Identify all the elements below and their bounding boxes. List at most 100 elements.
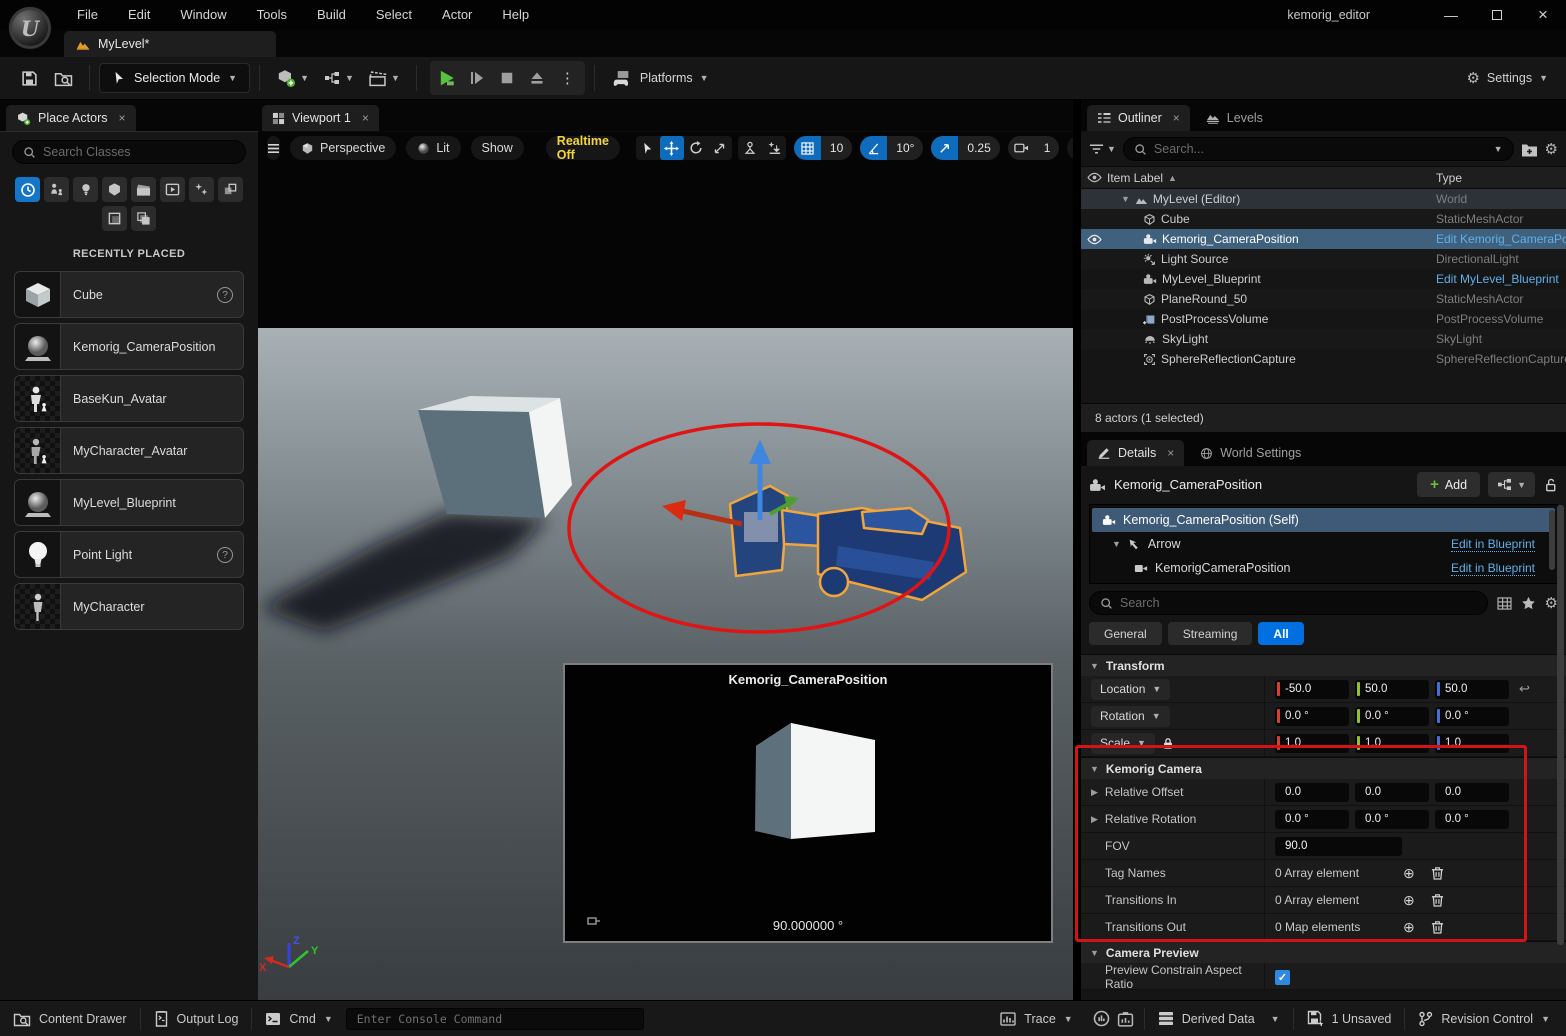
grid-snap-value[interactable]: 10 [821,136,852,160]
rotation-space-combo[interactable]: Rotation▼ [1091,706,1170,727]
cmd-dropdown[interactable]: Cmd ▼ [252,1001,345,1036]
place-item-kemorig-cameraposition[interactable]: Kemorig_CameraPosition [14,323,244,370]
outliner-row-cube[interactable]: Cube StaticMeshActor [1081,209,1566,229]
reset-to-default-icon[interactable]: ↩ [1519,681,1530,697]
outliner-row-skylight[interactable]: SkyLight SkyLight [1081,329,1566,349]
scale-snap-control[interactable]: 0.25 [931,136,999,160]
close-icon[interactable]: × [1173,111,1180,125]
console-command-input[interactable] [346,1008,644,1030]
relative-offset-x-field[interactable]: 0.0 [1275,783,1349,802]
category-lights-icon[interactable] [73,177,98,202]
eye-column-icon[interactable] [1081,172,1107,183]
filter-streaming-button[interactable]: Streaming [1168,622,1253,645]
category-basic-icon[interactable] [44,177,69,202]
close-icon[interactable]: × [1167,446,1174,460]
rotation-snap-value[interactable]: 10° [887,136,923,160]
cinematics-dropdown[interactable]: ▼ [361,62,407,94]
trace-snapshot-icon[interactable] [1117,1011,1134,1027]
play-button[interactable] [433,64,462,92]
menu-window[interactable]: Window [165,0,241,30]
fov-field[interactable]: 90.0 [1275,837,1402,856]
relative-rotation-z-field[interactable]: 0.0 ° [1435,810,1509,829]
scale-lock-icon[interactable] [1162,737,1174,750]
add-element-icon[interactable]: ⊕ [1403,892,1415,909]
move-tool-icon[interactable] [660,136,684,160]
outliner-row-postprocessvolume[interactable]: PostProcessVolume PostProcessVolume [1081,309,1566,329]
settings-dropdown[interactable]: ⚙ Settings ▼ [1466,69,1548,87]
scale-snap-value[interactable]: 0.25 [958,136,999,160]
scale-z-field[interactable]: 1.0 [1435,734,1509,753]
rotation-x-field[interactable]: 0.0 ° [1275,707,1349,726]
property-matrix-icon[interactable] [1497,597,1512,610]
outliner-row-mylevel[interactable]: ▼ MyLevel (Editor) World [1081,189,1566,209]
blueprints-dropdown[interactable]: ▼ [316,62,361,94]
rotation-z-field[interactable]: 0.0 ° [1435,707,1509,726]
stop-button[interactable] [493,64,522,92]
scale-space-combo[interactable]: Scale▼ [1091,733,1155,754]
place-item-mylevel-blueprint[interactable]: MyLevel_Blueprint [14,479,244,526]
show-dropdown[interactable]: Show [471,136,524,160]
scale-y-field[interactable]: 1.0 [1355,734,1429,753]
help-icon[interactable]: ? [217,547,233,563]
outliner-row-planeround[interactable]: PlaneRound_50 StaticMeshActor [1081,289,1566,309]
select-tool-icon[interactable] [636,136,660,160]
rotate-tool-icon[interactable] [684,136,708,160]
place-item-mycharacter[interactable]: MyCharacter [14,583,244,630]
content-drawer-button[interactable]: Content Drawer [0,1001,140,1036]
close-icon[interactable]: × [118,111,125,125]
clear-array-trash-icon[interactable] [1431,893,1444,907]
platforms-dropdown[interactable]: Platforms ▼ [604,70,717,87]
category-shapes-icon[interactable] [102,177,127,202]
category-media-icon[interactable] [160,177,185,202]
outliner-column-header[interactable]: Item Label▲ Type [1081,166,1566,189]
menu-select[interactable]: Select [361,0,427,30]
insights-session-icon[interactable] [1093,1010,1110,1027]
component-row-kemorigcameraposition[interactable]: KemorigCameraPosition Edit in Blueprint [1090,556,1557,580]
category-cinematic-icon[interactable] [131,177,156,202]
edit-blueprint-link[interactable]: Edit MyLevel_Blueprint [1436,272,1559,286]
outliner-search[interactable]: ▼ [1123,137,1514,161]
place-actors-search[interactable] [12,140,246,164]
location-z-field[interactable]: 50.0 [1435,680,1509,699]
kemorig-camera-section-header[interactable]: ▼ Kemorig Camera [1081,757,1566,779]
create-folder-icon[interactable] [1521,142,1538,157]
tab-place-actors[interactable]: Place Actors × [6,105,136,131]
category-all-classes-icon[interactable] [131,206,156,231]
world-coordinate-icon[interactable] [738,136,762,160]
visibility-eye-icon[interactable] [1081,234,1107,245]
place-item-cube[interactable]: Cube ? [14,271,244,318]
location-y-field[interactable]: 50.0 [1355,680,1429,699]
outliner-row-light-source[interactable]: Light Source DirectionalLight [1081,249,1566,269]
relative-offset-z-field[interactable]: 0.0 [1435,783,1509,802]
clear-map-trash-icon[interactable] [1431,920,1444,934]
relative-offset-y-field[interactable]: 0.0 [1355,783,1429,802]
content-browser-icon[interactable] [46,62,80,94]
relative-rotation-y-field[interactable]: 0.0 ° [1355,810,1429,829]
unreal-logo-icon[interactable]: U [8,6,52,50]
outliner-row-spherereflectioncapture[interactable]: SphereReflectionCapture SphereReflection… [1081,349,1566,369]
help-icon[interactable]: ? [217,287,233,303]
component-row-self[interactable]: Kemorig_CameraPosition (Self) [1092,508,1555,532]
clear-array-trash-icon[interactable] [1431,866,1444,880]
place-item-mycharacter-avatar[interactable]: MyCharacter_Avatar [14,427,244,474]
place-item-basekun-avatar[interactable]: BaseKun_Avatar [14,375,244,422]
tab-mylevel[interactable]: MyLevel* [64,31,276,57]
filter-all-button[interactable]: All [1258,622,1303,645]
category-visual-effects-icon[interactable] [189,177,214,202]
play-options-kebab-icon[interactable]: ⋮ [553,64,582,92]
location-x-field[interactable]: -50.0 [1275,680,1349,699]
component-row-arrow[interactable]: ▼ Arrow Edit in Blueprint [1090,532,1557,556]
chevron-down-icon[interactable]: ▼ [1494,144,1503,154]
maximize-button[interactable] [1474,0,1520,30]
camera-preview-section-header[interactable]: ▼ Camera Preview [1081,941,1566,963]
place-actors-search-input[interactable] [43,145,235,159]
relative-rotation-x-field[interactable]: 0.0 ° [1275,810,1349,829]
scale-x-field[interactable]: 1.0 [1275,734,1349,753]
expand-arrow-icon[interactable]: ▶ [1091,814,1098,825]
grid-snap-control[interactable]: 10 [794,136,852,160]
edit-blueprint-link[interactable]: Edit Kemorig_CameraPosition [1436,232,1566,246]
tab-world-settings[interactable]: World Settings [1190,440,1311,466]
tab-outliner[interactable]: Outliner × [1087,105,1190,131]
camera-speed-control[interactable]: 1 [1008,136,1060,160]
tab-details[interactable]: Details × [1087,440,1184,466]
